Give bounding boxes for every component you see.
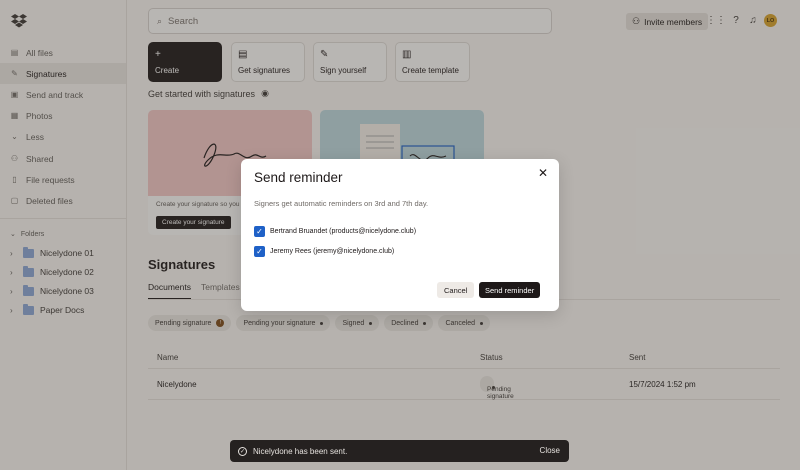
send-reminder-dialog: Send reminder ✕ Signers get automatic re…	[241, 159, 559, 311]
dialog-title: Send reminder	[254, 170, 343, 185]
toast-message: Nicelydone has been sent.	[253, 446, 348, 456]
toast-close-button[interactable]: Close	[540, 446, 560, 455]
checkbox-checked[interactable]: ✓	[254, 245, 265, 257]
send-reminder-button[interactable]: Send reminder	[479, 282, 541, 298]
signer-checkbox-row[interactable]: ✓ Jeremy Rees (jeremy@nicelydone.club)	[254, 245, 394, 257]
close-icon[interactable]: ✕	[537, 166, 549, 180]
check-circle-icon: ✓	[238, 446, 247, 456]
toast-notification: ✓ Nicelydone has been sent. Close	[230, 440, 569, 462]
dialog-subtitle: Signers get automatic reminders on 3rd a…	[254, 199, 429, 208]
signer-checkbox-row[interactable]: ✓ Bertrand Bruandet (products@nicelydone…	[254, 225, 416, 237]
checkbox-checked[interactable]: ✓	[254, 225, 265, 237]
cancel-button[interactable]: Cancel	[437, 282, 475, 298]
signer-label: Jeremy Rees (jeremy@nicelydone.club)	[270, 247, 395, 255]
signer-label: Bertrand Bruandet (products@nicelydone.c…	[270, 227, 417, 235]
